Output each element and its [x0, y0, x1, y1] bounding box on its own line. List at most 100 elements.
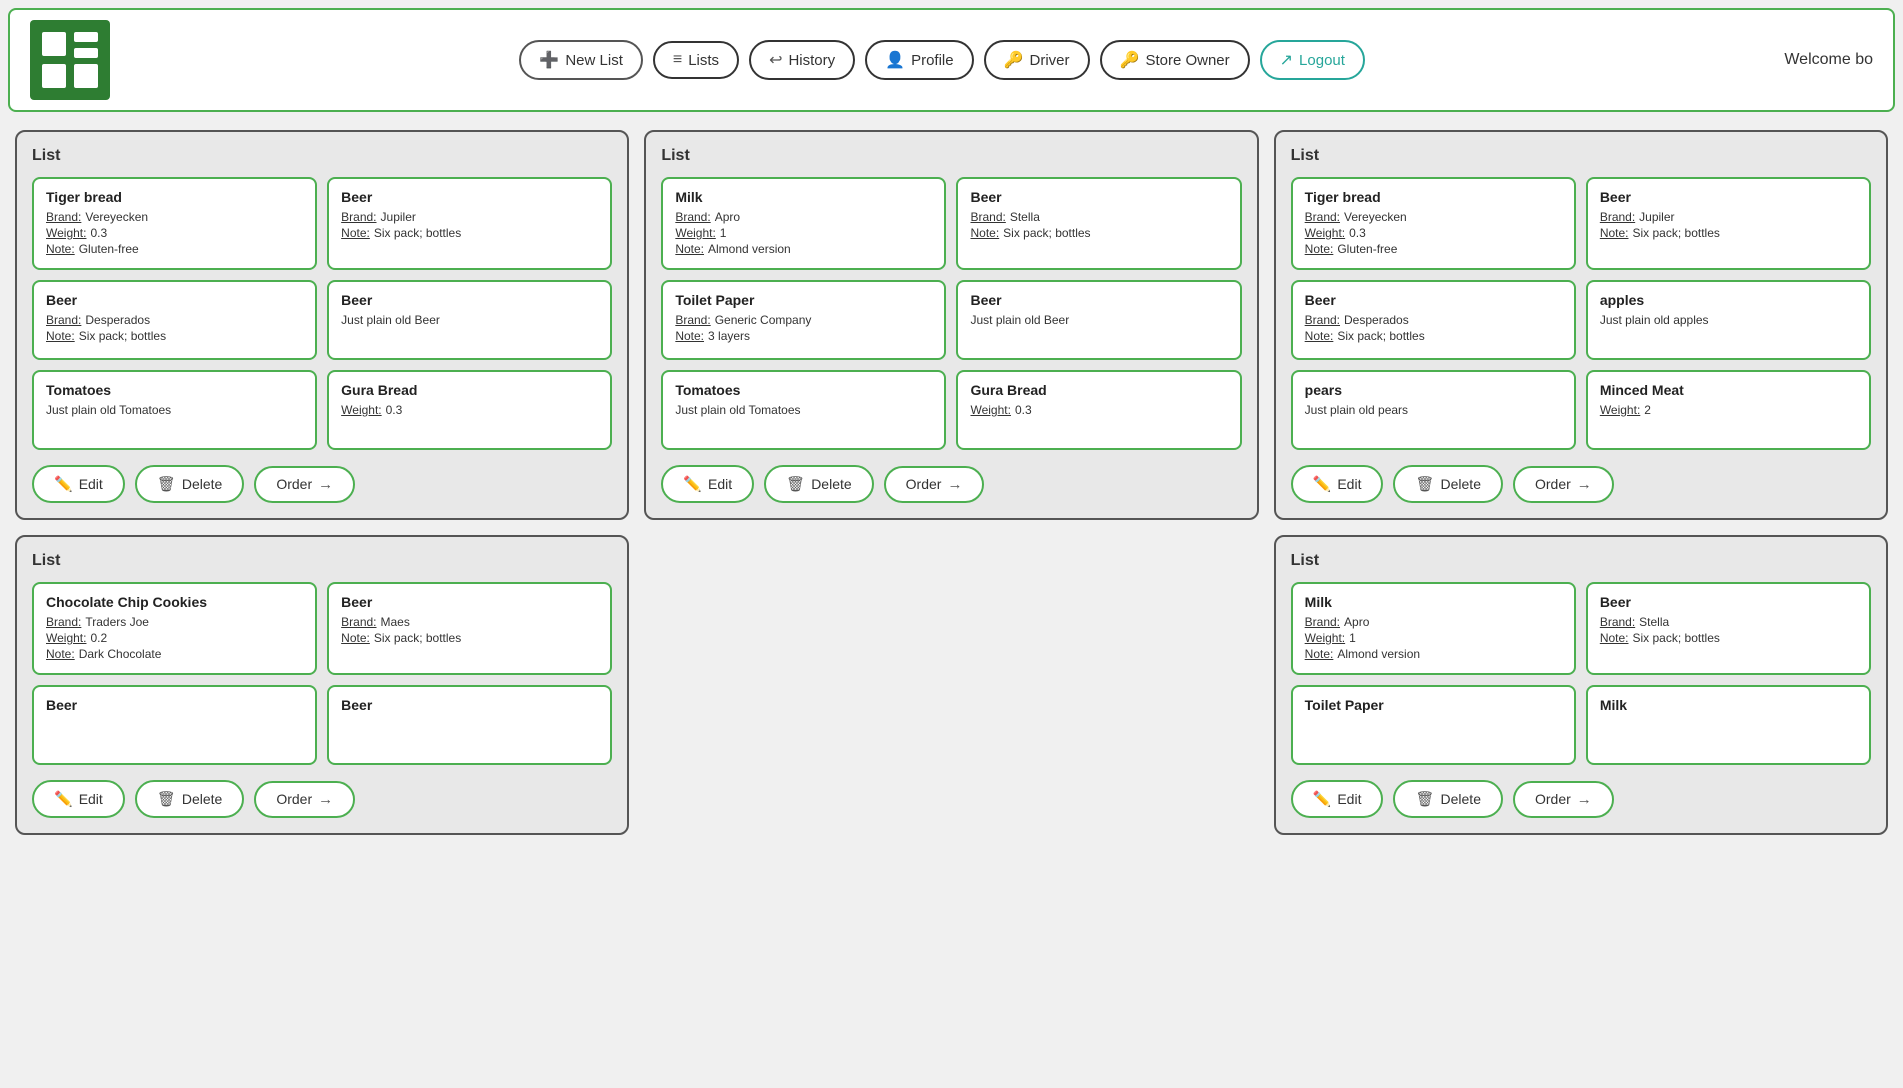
edit-button[interactable]: ✏️Edit [1291, 465, 1384, 503]
detail-label: Weight: [675, 226, 715, 240]
item-detail: Note:Gluten-free [1305, 242, 1562, 256]
item-name: Tomatoes [675, 382, 932, 398]
detail-value: Almond version [1337, 647, 1420, 661]
item-card: Beer [32, 685, 317, 765]
detail-value: 1 [720, 226, 727, 240]
edit-button[interactable]: ✏️Edit [661, 465, 754, 503]
item-card: BeerBrand:JupilerNote:Six pack; bottles [327, 177, 612, 270]
item-detail: Note:Six pack; bottles [46, 329, 303, 343]
detail-label: Note: [1305, 329, 1334, 343]
delete-button[interactable]: 🗑Delete [764, 465, 874, 503]
detail-value: 2 [1644, 403, 1651, 417]
item-detail: Note:Six pack; bottles [341, 226, 598, 240]
detail-label: Weight: [46, 631, 86, 645]
history-button[interactable]: ↩ History [749, 40, 855, 80]
item-detail: Weight:0.2 [46, 631, 303, 645]
item-detail: Note:Six pack; bottles [341, 631, 598, 645]
profile-button[interactable]: 👤 Profile [865, 40, 973, 80]
order-button[interactable]: Order→ [254, 466, 355, 503]
item-detail: Just plain old apples [1600, 313, 1857, 327]
detail-value: Jupiler [381, 210, 416, 224]
detail-value: Vereyecken [1344, 210, 1407, 224]
list-actions: ✏️Edit 🗑DeleteOrder→ [32, 780, 612, 818]
item-card: BeerBrand:DesperadosNote:Six pack; bottl… [1291, 280, 1576, 360]
item-card: BeerJust plain old Beer [956, 280, 1241, 360]
history-icon: ↩ [769, 50, 782, 70]
item-name: Beer [46, 697, 303, 713]
item-detail: Brand: Stella [970, 210, 1227, 224]
item-detail: Weight:1 [1305, 631, 1562, 645]
order-button[interactable]: Order→ [1513, 466, 1614, 503]
item-name: Tomatoes [46, 382, 303, 398]
item-name: Gura Bread [970, 382, 1227, 398]
detail-value: Stella [1010, 210, 1040, 224]
detail-value: Dark Chocolate [79, 647, 162, 661]
item-card: MilkBrand:AproWeight:1Note:Almond versio… [1291, 582, 1576, 675]
item-detail: Weight: 1 [675, 226, 932, 240]
item-name: pears [1305, 382, 1562, 398]
detail-value: 0.3 [1349, 226, 1366, 240]
edit-button[interactable]: ✏️Edit [32, 465, 125, 503]
delete-icon: 🗑 [157, 790, 176, 808]
list-card: List MilkBrand:AproWeight:1Note:Almond ve… [1274, 535, 1888, 835]
item-card: BeerBrand:StellaNote:Six pack; bottles [1586, 582, 1871, 675]
app-logo [30, 20, 110, 100]
detail-label: Note: [46, 647, 75, 661]
detail-label: Brand: [970, 210, 1005, 224]
edit-icon: ✏️ [1313, 790, 1332, 808]
new-list-button[interactable]: ➕ New List [519, 40, 642, 80]
plus-icon: ➕ [539, 50, 559, 70]
item-detail: Brand:Vereyecken [46, 210, 303, 224]
item-detail: Weight:0.3 [341, 403, 598, 417]
item-name: Gura Bread [341, 382, 598, 398]
item-name: Toilet Paper [675, 292, 932, 308]
store-owner-button[interactable]: 🔑 Store Owner [1100, 40, 1250, 80]
item-name: Beer [46, 292, 303, 308]
detail-value: Gluten-free [79, 242, 139, 256]
items-grid: MilkBrand:AproWeight:1Note:Almond versio… [1291, 582, 1871, 765]
delete-button[interactable]: 🗑Delete [1393, 465, 1503, 503]
detail-label: Weight: [970, 403, 1010, 417]
edit-button[interactable]: ✏️Edit [1291, 780, 1384, 818]
detail-value: Just plain old pears [1305, 403, 1408, 417]
driver-button[interactable]: 🔑 Driver [984, 40, 1090, 80]
top-lists-grid: ListTiger breadBrand:VereyeckenWeight:0.… [15, 130, 1888, 520]
store-owner-icon: 🔑 [1120, 50, 1140, 70]
item-detail: Just plain old Tomatoes [46, 403, 303, 417]
order-button[interactable]: Order→ [1513, 781, 1614, 818]
logout-button[interactable]: ↗ Logout [1260, 40, 1365, 80]
driver-icon: 🔑 [1004, 50, 1024, 70]
item-detail: Just plain old pears [1305, 403, 1562, 417]
detail-value: Just plain old Tomatoes [675, 403, 800, 417]
detail-value: 3 layers [708, 329, 750, 343]
list-title: List [1291, 552, 1871, 570]
item-name: Toilet Paper [1305, 697, 1562, 713]
lists-button[interactable]: ≡ Lists [653, 41, 739, 79]
detail-value: 1 [1349, 631, 1356, 645]
detail-label: Brand: [1600, 615, 1635, 629]
item-card: Toilet Paper [1291, 685, 1576, 765]
edit-button[interactable]: ✏️Edit [32, 780, 125, 818]
item-card: Gura Bread Weight:0.3 [327, 370, 612, 450]
delete-button[interactable]: 🗑Delete [135, 465, 245, 503]
detail-value: Just plain old apples [1600, 313, 1709, 327]
item-name: Beer [341, 697, 598, 713]
item-card: Tiger breadBrand:VereyeckenWeight:0.3Not… [1291, 177, 1576, 270]
arrow-icon: → [1577, 791, 1592, 808]
item-card: applesJust plain old apples [1586, 280, 1871, 360]
delete-button[interactable]: 🗑Delete [135, 780, 245, 818]
order-button[interactable]: Order→ [254, 781, 355, 818]
order-button[interactable]: Order→ [884, 466, 985, 503]
item-detail: Just plain old Beer [970, 313, 1227, 327]
detail-label: Brand: [1600, 210, 1635, 224]
item-name: Beer [1600, 189, 1857, 205]
item-card: Tomatoes Just plain old Tomatoes [661, 370, 946, 450]
welcome-text: Welcome bo [1784, 51, 1873, 69]
delete-button[interactable]: 🗑Delete [1393, 780, 1503, 818]
item-name: Milk [1600, 697, 1857, 713]
lists-icon: ≡ [673, 51, 682, 69]
detail-value: Maes [381, 615, 410, 629]
items-grid: Tiger breadBrand:VereyeckenWeight:0.3Not… [1291, 177, 1871, 450]
detail-label: Weight: [1600, 403, 1640, 417]
profile-icon: 👤 [885, 50, 905, 70]
